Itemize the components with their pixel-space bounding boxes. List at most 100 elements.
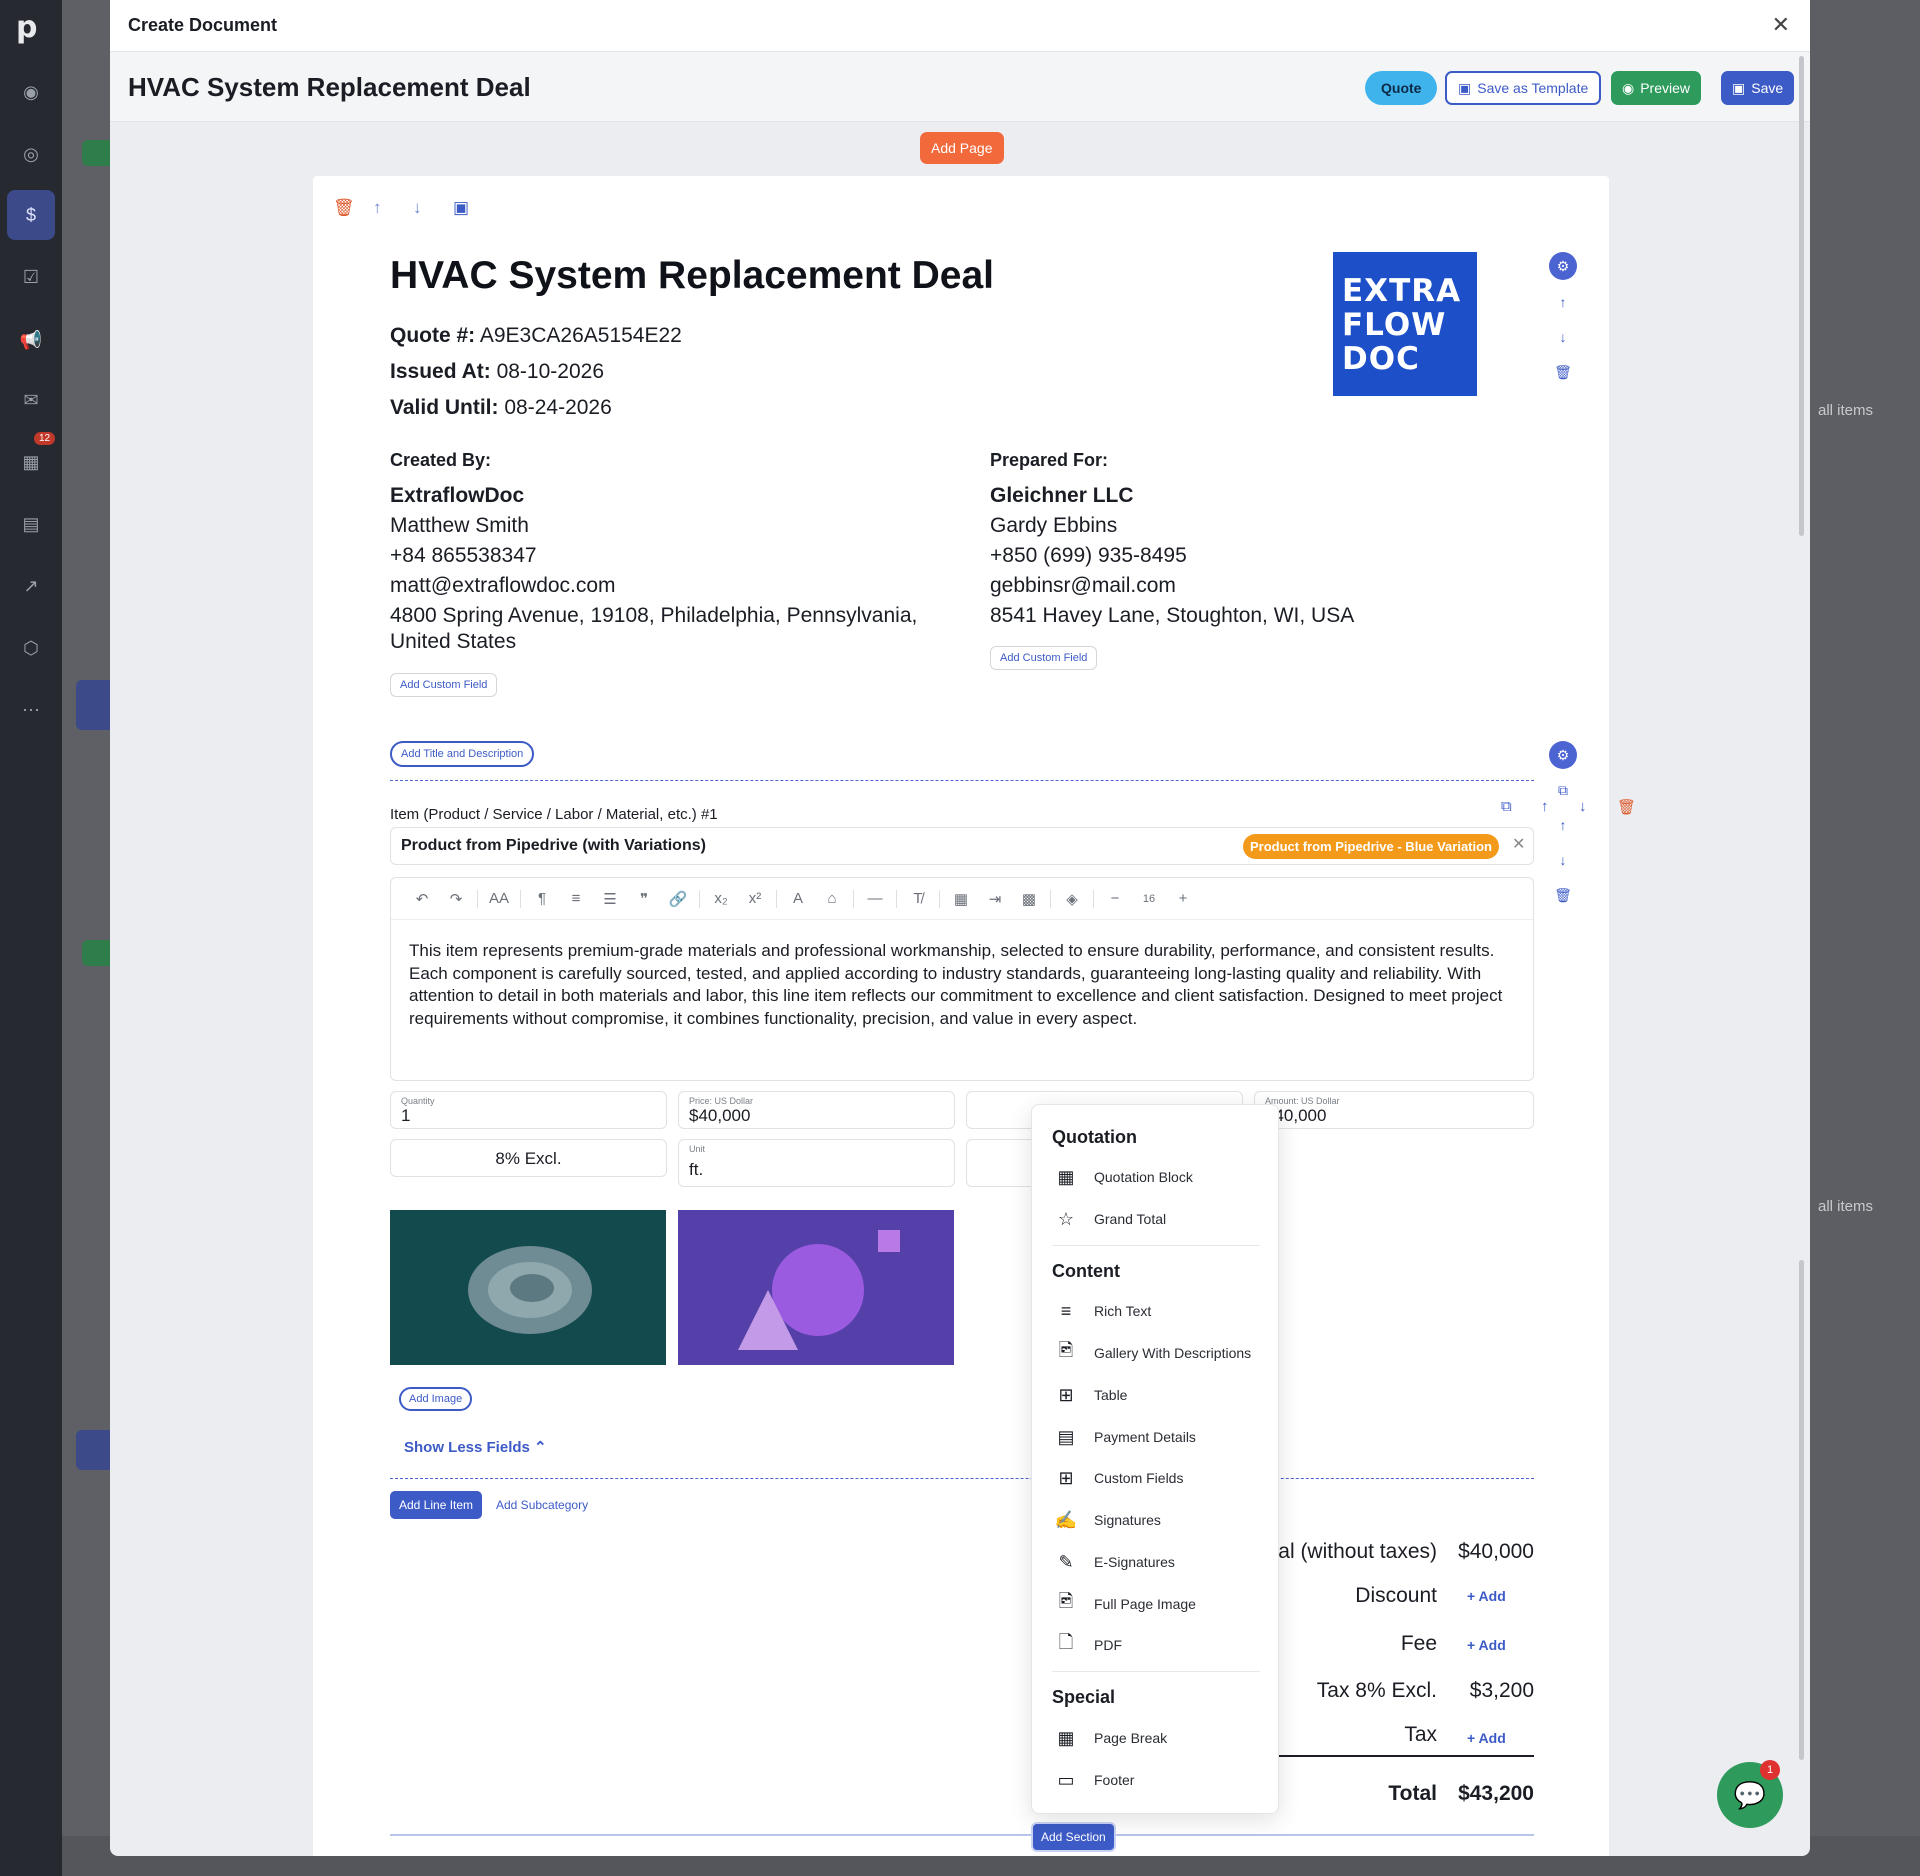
trash-icon[interactable]: 🗑 [1549,881,1577,909]
products-icon[interactable]: ⬡ [19,636,43,660]
menu-item-gallery[interactable]: 🖻 Gallery With Descriptions [1054,1340,1251,1365]
increase-size-icon[interactable]: + [1166,890,1200,907]
menu-item-table[interactable]: ⊞ Table [1054,1383,1127,1407]
add-custom-field-button[interactable]: Add Custom Field [390,673,498,697]
settings-icon[interactable]: ⚙ [1549,741,1577,769]
table-icon[interactable]: ▦ [944,890,978,908]
radar-icon[interactable]: ◉ [19,80,43,104]
menu-item-signatures[interactable]: ✍ Signatures [1054,1508,1161,1532]
copy-icon[interactable]: ⧉ [1549,776,1577,804]
more-icon[interactable]: ⋯ [19,698,43,722]
tasks-icon[interactable]: ☑ [19,265,43,289]
font-size-value[interactable]: 16 [1132,893,1166,905]
arrow-up-icon[interactable]: ↑ [373,198,382,218]
section-line [390,1834,1534,1836]
redo-icon[interactable]: ↷ [439,890,473,908]
decrease-size-icon[interactable]: − [1098,890,1132,907]
item-name-field[interactable]: Product from Pipedrive (with Variations)… [390,827,1534,865]
add-title-description-button[interactable]: Add Title and Description [390,741,535,767]
campaigns-icon[interactable]: 📢 [19,328,43,352]
company-logo[interactable]: EXTRA FLOW DOC [1333,252,1477,396]
preview-button[interactable]: ◉ Preview [1611,71,1702,105]
variation-badge[interactable]: Product from Pipedrive - Blue Variation [1243,834,1499,859]
save-button[interactable]: ▣ Save [1721,71,1795,105]
arrow-down-icon[interactable]: ↓ [413,198,422,218]
settings-icon[interactable]: ⚙ [1549,252,1577,280]
add-image-button[interactable]: Add Image [399,1387,473,1411]
scrollbar[interactable] [1799,1260,1804,1760]
mail-icon[interactable]: ✉ [19,388,43,412]
fill-icon[interactable]: ◈ [1055,890,1089,908]
tax-field[interactable]: 8% Excl. [390,1139,667,1177]
contacts-icon[interactable]: ▤ [19,512,43,536]
menu-item-pdf[interactable]: 🗋 PDF [1054,1632,1122,1657]
arrow-up-icon[interactable]: ↑ [1541,798,1549,815]
arrow-down-icon[interactable]: ↓ [1549,846,1577,874]
add-line-item-button[interactable]: Add Line Item [390,1491,483,1519]
text-format-icon[interactable]: ¶ [525,890,559,907]
show-less-fields-button[interactable]: Show Less Fields ⌃ [404,1438,547,1456]
amount-field[interactable]: Amount: US Dollar $40,000 [1254,1091,1534,1129]
calendar-icon[interactable]: ▦ [19,450,43,474]
close-icon[interactable]: ✕ [1772,12,1790,38]
add-discount-button[interactable]: + Add [1467,1588,1506,1604]
arrow-up-icon[interactable]: ↑ [1549,288,1577,316]
rich-text-editor[interactable]: ↶ ↷ AA ¶ ≡ ☰ ❞ 🔗 x₂ x² A ⌂ — T̸ ▦ ⇥ ▩ ◈ … [390,877,1534,1081]
quote-icon[interactable]: ❞ [627,890,661,908]
menu-item-custom-fields[interactable]: ⊞ Custom Fields [1054,1466,1183,1490]
deals-icon[interactable]: $ [19,203,43,227]
add-subcategory-button[interactable]: Add Subcategory [496,1498,588,1512]
scrollbar[interactable] [1799,56,1804,536]
add-section-menu: Quotation ▦ Quotation Block ☆ Grand Total … [1031,1104,1279,1814]
subscript-icon[interactable]: x₂ [704,890,738,907]
add-tax-button[interactable]: + Add [1467,1730,1506,1746]
horizontal-rule-icon[interactable]: — [858,890,892,907]
text-color-icon[interactable]: A [781,890,815,907]
arrow-down-icon[interactable]: ↓ [1549,323,1577,351]
menu-item-quotation-block[interactable]: ▦ Quotation Block [1054,1165,1192,1189]
align-icon[interactable]: ≡ [559,890,593,907]
quote-button[interactable]: Quote [1365,71,1438,105]
floppy-icon: ▣ [1732,79,1746,96]
superscript-icon[interactable]: x² [738,890,772,907]
target-icon[interactable]: ◎ [19,142,43,166]
item-description[interactable]: This item represents premium-grade mater… [409,940,1519,1030]
arrow-up-icon[interactable]: ↑ [1549,811,1577,839]
clear-variation-icon[interactable]: ✕ [1512,834,1525,854]
menu-item-full-page-image[interactable]: 🖻 Full Page Image [1054,1591,1196,1616]
insights-icon[interactable]: ↗ [19,574,43,598]
add-page-button[interactable]: Add Page [920,132,1004,164]
save-as-template-button[interactable]: ▣ Save as Template [1445,71,1602,105]
trash-icon[interactable]: 🗑 [1617,798,1636,816]
image-icon[interactable]: ▣ [453,198,469,218]
menu-item-page-break[interactable]: ▦ Page Break [1054,1726,1167,1750]
menu-item-grand-total[interactable]: ☆ Grand Total [1054,1207,1166,1231]
eye-icon: ◉ [1622,79,1635,96]
quantity-field[interactable]: Quantity 1 [390,1091,667,1129]
clear-format-icon[interactable]: T̸ [901,890,935,907]
menu-item-footer[interactable]: ▭ Footer [1054,1768,1134,1792]
product-image-1[interactable] [390,1210,666,1365]
copy-icon[interactable]: ⧉ [1501,798,1512,815]
unit-field[interactable]: Unit ft. [678,1139,955,1187]
highlight-icon[interactable]: ⌂ [815,890,849,907]
trash-icon[interactable]: 🗑 [333,198,355,218]
add-section-button[interactable]: Add Section [1031,1822,1116,1852]
add-custom-field-button[interactable]: Add Custom Field [990,646,1098,670]
undo-icon[interactable]: ↶ [405,890,439,908]
product-image-2[interactable] [678,1210,954,1365]
arrow-down-icon[interactable]: ↓ [1579,798,1587,815]
add-fee-button[interactable]: + Add [1467,1637,1506,1653]
trash-icon[interactable]: 🗑 [1549,358,1577,386]
table-icon: ⊞ [1058,1384,1074,1405]
issued-label: Issued At: [390,360,491,383]
price-field[interactable]: Price: US Dollar $40,000 [678,1091,955,1129]
font-size-icon[interactable]: AA [482,890,516,907]
list-icon[interactable]: ☰ [593,890,627,908]
menu-item-rich-text[interactable]: ≡ Rich Text [1054,1299,1152,1323]
menu-item-e-signatures[interactable]: ✎ E-Signatures [1054,1550,1174,1574]
grid-icon[interactable]: ▩ [1012,890,1046,908]
menu-item-payment-details[interactable]: ▤ Payment Details [1054,1425,1195,1449]
indent-icon[interactable]: ⇥ [978,890,1012,908]
link-icon[interactable]: 🔗 [661,890,695,908]
